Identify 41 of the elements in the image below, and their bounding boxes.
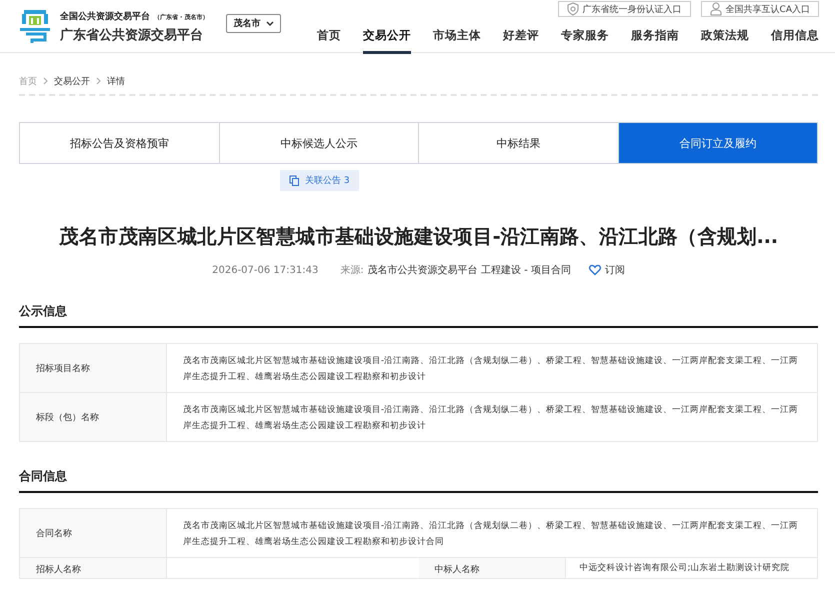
user-icon — [710, 2, 722, 16]
copy-icon — [289, 174, 300, 186]
platform-subtitle: 全国公共资源交易平台 — [60, 10, 150, 23]
breadcrumb-link[interactable]: 交易公开 — [54, 74, 90, 88]
section-title: 公示信息 — [19, 303, 818, 328]
nav-item[interactable]: 专家服务 — [561, 25, 609, 54]
source-text: 茂名市公共资源交易平台 工程建设 - 项目合同 — [368, 264, 571, 277]
nav-item[interactable]: 市场主体 — [433, 25, 481, 54]
field-value: 茂名市茂南区城北片区智慧城市基础设施建设项目-沿江南路、沿江北路（含规划纵二巷）、桥梁工程、智慧基础设施建设、一江两岸配套支渠工程、一江两岸生态提升工程、雄鹰岩场生态公园建设工程勘察和初步设计 — [166, 344, 817, 392]
breadcrumb-link[interactable]: 详情 — [107, 74, 125, 88]
auth-link[interactable]: 广东省统一身份认证入口 — [558, 1, 691, 17]
field-label: 招标人名称 — [20, 558, 166, 578]
chevron-right-icon — [43, 77, 48, 85]
related-notice-badge[interactable]: 关联公告 3 — [280, 170, 359, 191]
field-label: 标段（包）名称 — [20, 393, 166, 441]
nav-item[interactable]: 政策法规 — [701, 25, 749, 54]
shield-icon — [566, 2, 579, 16]
logo-icon — [18, 8, 52, 46]
field-label: 招标项目名称 — [20, 344, 166, 392]
section-title: 合同信息 — [19, 468, 818, 493]
stage-tab[interactable]: 合同订立及履约 — [618, 123, 817, 163]
nav-item[interactable]: 首页 — [317, 25, 341, 54]
chevron-down-icon — [266, 20, 274, 26]
nav-item[interactable]: 好差评 — [503, 25, 539, 54]
chevron-right-icon — [96, 77, 101, 85]
field-value: 茂名市茂南区城北片区智慧城市基础设施建设项目-沿江南路、沿江北路（含规划纵二巷）、桥梁工程、智慧基础设施建设、一江两岸配套支渠工程、一江两岸生态提升工程、雄鹰岩场生态公园建设工程勘察和初步设计 — [166, 393, 817, 441]
field-value: 茂名市茂南区城北片区智慧城市基础设施建设项目-沿江南路、沿江北路（含规划纵二巷）、桥梁工程、智慧基础设施建设、一江两岸配套支渠工程、一江两岸生态提升工程、雄鹰岩场生态公园建设工程勘察和初步设计合同 — [166, 509, 817, 557]
city-select[interactable]: 茂名市 — [226, 14, 282, 32]
article-title: 茂名市茂南区城北片区智慧城市基础设施建设项目-沿江南路、沿江北路（含规划... — [58, 224, 779, 250]
field-label: 合同名称 — [20, 509, 166, 557]
source-label: 来源: — [340, 264, 364, 277]
field-label: 中标人名称 — [418, 558, 564, 578]
subscribe-button[interactable]: 订阅 — [588, 263, 625, 277]
platform-title: 广东省公共资源交易平台 — [60, 26, 204, 44]
publish-time: 2026-07-06 17:31:43 — [212, 264, 318, 276]
auth-link[interactable]: 全国共享互认CA入口 — [700, 1, 819, 17]
nav-item[interactable]: 信用信息 — [771, 25, 819, 54]
field-value: 中远交科设计咨询有限公司;山东岩土勘测设计研究院 — [564, 558, 817, 578]
heart-icon — [588, 264, 601, 276]
nav-item[interactable]: 交易公开 — [363, 25, 411, 54]
nav-item[interactable]: 服务指南 — [631, 25, 679, 54]
